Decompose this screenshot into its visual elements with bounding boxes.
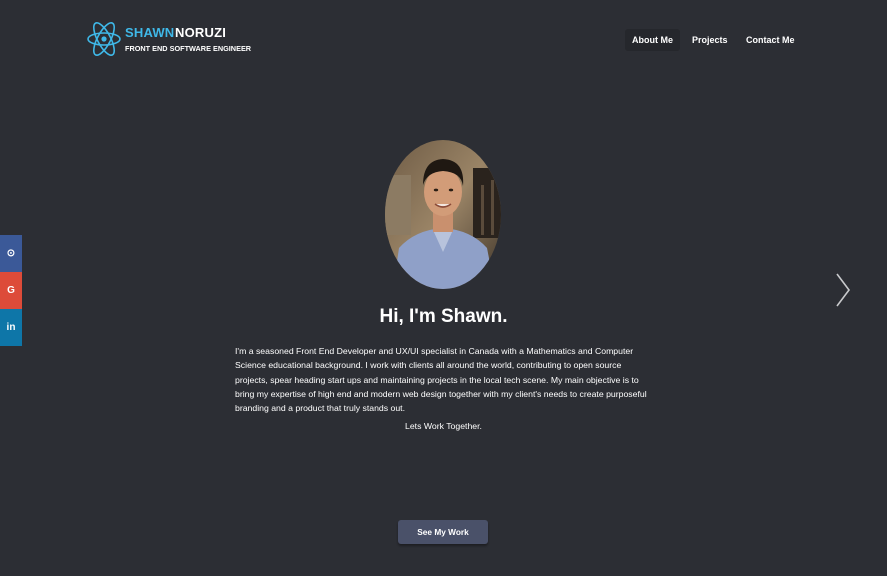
google-link[interactable]: G bbox=[0, 272, 22, 309]
hero-tagline: Lets Work Together. bbox=[405, 421, 482, 431]
nav-contact-me[interactable]: Contact Me bbox=[739, 29, 802, 51]
brand-subtitle: FRONT END SOFTWARE ENGINEER bbox=[125, 44, 252, 53]
see-my-work-button[interactable]: See My Work bbox=[398, 520, 488, 544]
brand-first-name: SHAWN bbox=[125, 25, 175, 40]
github-icon: ⊙ bbox=[6, 248, 16, 259]
nav-projects[interactable]: Projects bbox=[685, 29, 735, 51]
brand-last-name: NORUZI bbox=[175, 25, 227, 40]
hero-bio: I'm a seasoned Front End Developer and U… bbox=[235, 346, 647, 414]
hero-heading: Hi, I'm Shawn. bbox=[379, 306, 508, 327]
github-link[interactable]: ⊙ bbox=[0, 235, 22, 272]
profile-photo bbox=[385, 140, 501, 289]
chevron-right-icon[interactable] bbox=[833, 272, 853, 308]
logo[interactable]: SHAWN NORUZI FRONT END SOFTWARE ENGINEER bbox=[86, 16, 256, 64]
nav-about-me[interactable]: About Me bbox=[625, 29, 680, 51]
atom-icon bbox=[87, 22, 121, 56]
google-icon: G bbox=[7, 285, 15, 296]
